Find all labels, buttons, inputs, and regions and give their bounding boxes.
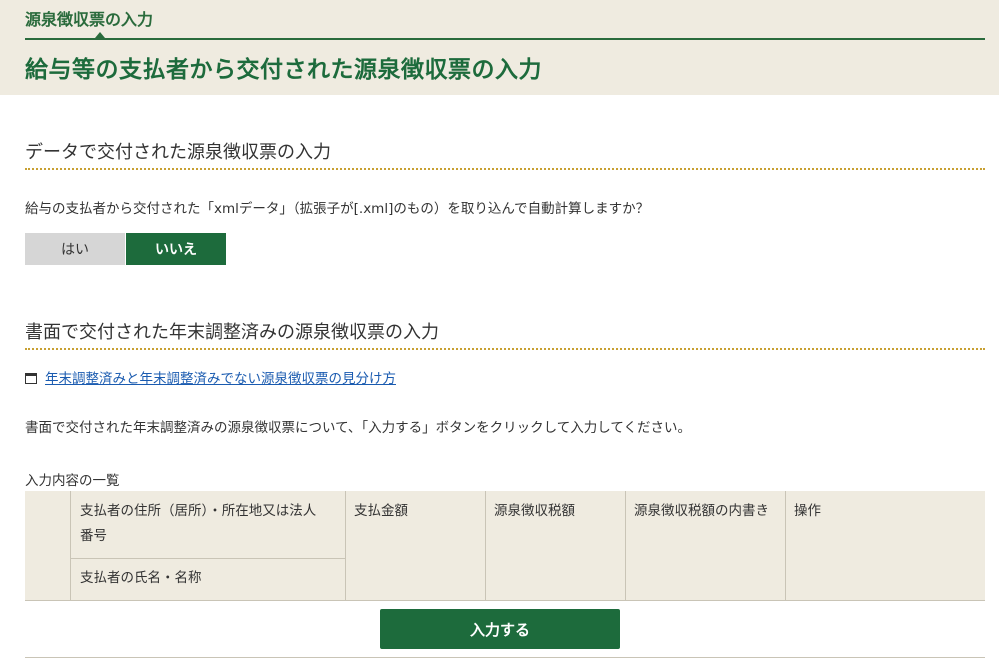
xml-import-question: 給与の支払者から交付された「xmlデータ」（拡張子が[.xml]のもの）を取り込… bbox=[25, 201, 650, 217]
header-withholding-tax: 源泉徴収税額 bbox=[494, 503, 575, 519]
page-header: 源泉徴収票の入力 給与等の支払者から交付された源泉徴収票の入力 bbox=[0, 0, 999, 95]
header-operation: 操作 bbox=[794, 503, 821, 519]
table-divider bbox=[625, 491, 626, 601]
guide-link-row[interactable]: 年末調整済みと年末調整済みでない源泉徴収票の見分け方 bbox=[25, 367, 396, 387]
new-window-icon bbox=[25, 372, 37, 384]
header-payer-name: 支払者の氏名・名称 bbox=[80, 570, 202, 586]
table-divider bbox=[70, 558, 345, 559]
header-payer-address-line1: 支払者の住所（居所）・所在地又は法人 bbox=[80, 503, 317, 519]
breadcrumb: 源泉徴収票の入力 bbox=[25, 10, 154, 29]
section-divider bbox=[25, 168, 985, 170]
breadcrumb-divider bbox=[25, 38, 985, 40]
header-payer-address-line2: 番号 bbox=[80, 528, 107, 544]
distinguish-guide-link[interactable]: 年末調整済みと年末調整済みでない源泉徴収票の見分け方 bbox=[45, 367, 396, 387]
header-payer-address: 支払者の住所（居所）・所在地又は法人 番号 bbox=[80, 499, 316, 549]
table-divider bbox=[485, 491, 486, 601]
input-list-table: 支払者の住所（居所）・所在地又は法人 番号 支払者の氏名・名称 支払金額 源泉徴… bbox=[25, 491, 985, 601]
yes-button[interactable]: はい bbox=[25, 233, 125, 265]
table-divider bbox=[785, 491, 786, 601]
paper-section-title: 書面で交付された年末調整済みの源泉徴収票の入力 bbox=[25, 322, 439, 343]
section-divider bbox=[25, 348, 985, 350]
page-title: 給与等の支払者から交付された源泉徴収票の入力 bbox=[25, 57, 542, 83]
data-section-title: データで交付された源泉徴収票の入力 bbox=[25, 142, 331, 163]
table-caption: 入力内容の一覧 bbox=[25, 473, 120, 489]
header-payment-amount: 支払金額 bbox=[354, 503, 408, 519]
table-divider bbox=[70, 491, 71, 601]
table-divider bbox=[345, 491, 346, 601]
instruction-text: 書面で交付された年末調整済みの源泉徴収票について、「入力する」ボタンをクリックし… bbox=[25, 420, 691, 436]
no-button[interactable]: いいえ bbox=[126, 233, 226, 265]
header-withholding-tax-breakdown: 源泉徴収税額の内書き bbox=[634, 503, 769, 519]
table-bottom-divider bbox=[25, 657, 985, 658]
input-button[interactable]: 入力する bbox=[380, 609, 620, 649]
